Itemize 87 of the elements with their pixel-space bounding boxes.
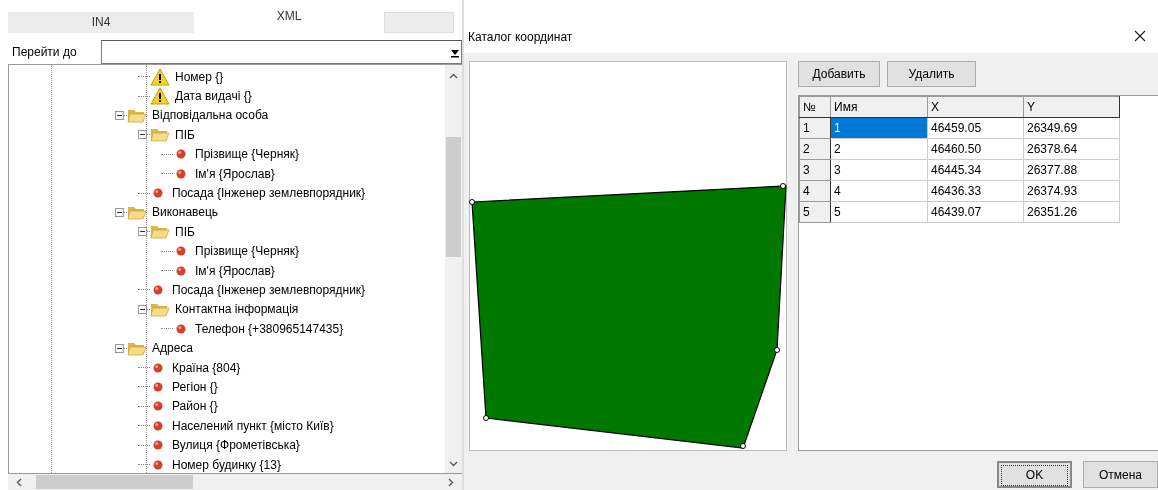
tree-item[interactable]: Посада {Інженер землевпорядник} bbox=[172, 186, 366, 201]
collapse-toggle-icon[interactable] bbox=[138, 130, 147, 140]
table-cell[interactable]: 26351.26 bbox=[1023, 201, 1120, 223]
tree-item[interactable]: Номер будинку {13} bbox=[172, 457, 281, 472]
row-number: 4 bbox=[799, 180, 831, 202]
bullet-icon bbox=[153, 188, 163, 199]
tree-item[interactable]: Прізвище {Черняк} bbox=[195, 244, 300, 259]
bullet-icon bbox=[153, 459, 163, 470]
column-header[interactable]: Имя bbox=[830, 96, 928, 118]
bullet-icon bbox=[153, 401, 163, 412]
tree-item[interactable]: Дата видачі {} bbox=[175, 89, 252, 104]
tree-item[interactable]: Вулиця {Фрометівська} bbox=[172, 438, 300, 453]
folder-icon bbox=[150, 301, 170, 317]
go-to-label: Перейти до bbox=[11, 45, 78, 59]
collapse-toggle-icon[interactable] bbox=[115, 110, 124, 120]
table-cell[interactable]: 5 bbox=[830, 201, 928, 223]
folder-icon bbox=[150, 127, 170, 143]
tree-item[interactable]: Прізвище {Черняк} bbox=[195, 147, 300, 162]
folder-icon bbox=[127, 204, 147, 220]
bullet-icon bbox=[176, 265, 186, 276]
bullet-icon bbox=[176, 168, 186, 179]
tree-item[interactable]: Країна {804} bbox=[172, 360, 241, 375]
toolbar-button[interactable]: Удалить bbox=[887, 61, 976, 87]
row-number: 1 bbox=[799, 117, 831, 139]
bullet-icon bbox=[153, 420, 163, 431]
vertical-scrollbar[interactable] bbox=[445, 65, 462, 474]
warning-icon bbox=[150, 67, 170, 86]
tree-item[interactable]: ПІБ bbox=[175, 127, 195, 142]
bullet-icon bbox=[153, 381, 163, 392]
go-to-dropdown[interactable] bbox=[101, 40, 462, 64]
tree-item[interactable]: Контактна інформація bbox=[175, 302, 299, 317]
bullet-icon bbox=[153, 285, 163, 295]
collapse-toggle-icon[interactable] bbox=[115, 343, 124, 353]
folder-icon bbox=[150, 224, 170, 240]
dialog-title: Каталог координат bbox=[468, 30, 573, 44]
bullet-icon bbox=[176, 323, 186, 334]
tree-item[interactable]: Адреса bbox=[152, 341, 194, 356]
collapse-toggle-icon[interactable] bbox=[138, 304, 147, 314]
table-cell[interactable]: 46445.34 bbox=[927, 159, 1024, 181]
table-cell[interactable]: 2 bbox=[830, 138, 928, 160]
table-cell[interactable]: 46439.07 bbox=[927, 201, 1024, 223]
bullet-icon bbox=[153, 440, 163, 451]
table-cell[interactable]: 26374.93 bbox=[1023, 180, 1120, 202]
ok-button[interactable]: OK bbox=[997, 461, 1072, 488]
table-cell[interactable]: 46436.33 bbox=[927, 180, 1024, 202]
table-cell[interactable]: 26349.69 bbox=[1023, 117, 1120, 139]
tree-item[interactable]: Район {} bbox=[172, 399, 218, 414]
close-icon[interactable] bbox=[1134, 30, 1146, 42]
collapse-toggle-icon[interactable] bbox=[115, 207, 124, 217]
column-header[interactable]: X bbox=[927, 96, 1024, 118]
row-number: 5 bbox=[799, 201, 831, 223]
folder-icon bbox=[127, 340, 147, 356]
dropdown-arrow-icon bbox=[451, 48, 459, 58]
toolbar-button[interactable]: Добавить bbox=[798, 61, 880, 87]
table-cell[interactable]: 4 bbox=[830, 180, 928, 202]
table-cell[interactable]: 26377.88 bbox=[1023, 159, 1120, 181]
bullet-icon bbox=[176, 246, 186, 257]
tree-item[interactable]: Відповідальна особа bbox=[152, 108, 269, 123]
table-cell[interactable]: 3 bbox=[830, 159, 928, 181]
tree-item[interactable]: Виконавець bbox=[152, 205, 219, 220]
tree-item[interactable]: Населений пункт {місто Київ} bbox=[172, 418, 334, 433]
tab[interactable]: IN4 bbox=[8, 12, 194, 33]
scroll-down-icon[interactable] bbox=[449, 461, 458, 468]
scroll-right-icon[interactable] bbox=[448, 477, 454, 487]
horizontal-scrollbar[interactable] bbox=[8, 474, 462, 490]
table-cell[interactable]: 46460.50 bbox=[927, 138, 1024, 160]
row-number: 3 bbox=[799, 159, 831, 181]
warning-icon bbox=[150, 87, 170, 106]
tree-item[interactable]: Посада {Інженер землевпорядник} bbox=[172, 283, 366, 297]
folder-icon bbox=[127, 107, 147, 123]
tree-item[interactable]: Ім'я {Ярослав} bbox=[195, 166, 275, 181]
table-cell[interactable]: 46459.05 bbox=[927, 117, 1024, 139]
tree-item[interactable]: ПІБ bbox=[175, 224, 195, 239]
cancel-button[interactable]: Отмена bbox=[1083, 461, 1158, 488]
bullet-icon bbox=[176, 149, 186, 160]
column-header[interactable]: № bbox=[799, 96, 831, 118]
bullet-icon bbox=[153, 362, 163, 373]
tree-item[interactable]: Ім'я {Ярослав} bbox=[195, 263, 275, 278]
tree-item[interactable]: Телефон {+380965147435} bbox=[195, 321, 344, 336]
row-number: 2 bbox=[799, 138, 831, 160]
column-header[interactable]: Y bbox=[1023, 96, 1120, 118]
collapse-toggle-icon[interactable] bbox=[138, 227, 147, 237]
table-cell[interactable]: 26378.64 bbox=[1023, 138, 1120, 160]
scroll-up-icon[interactable] bbox=[449, 73, 458, 79]
tree-item[interactable]: Номер {} bbox=[175, 69, 224, 84]
scroll-left-icon[interactable] bbox=[16, 477, 22, 487]
tree-item[interactable]: Регіон {} bbox=[172, 379, 218, 394]
